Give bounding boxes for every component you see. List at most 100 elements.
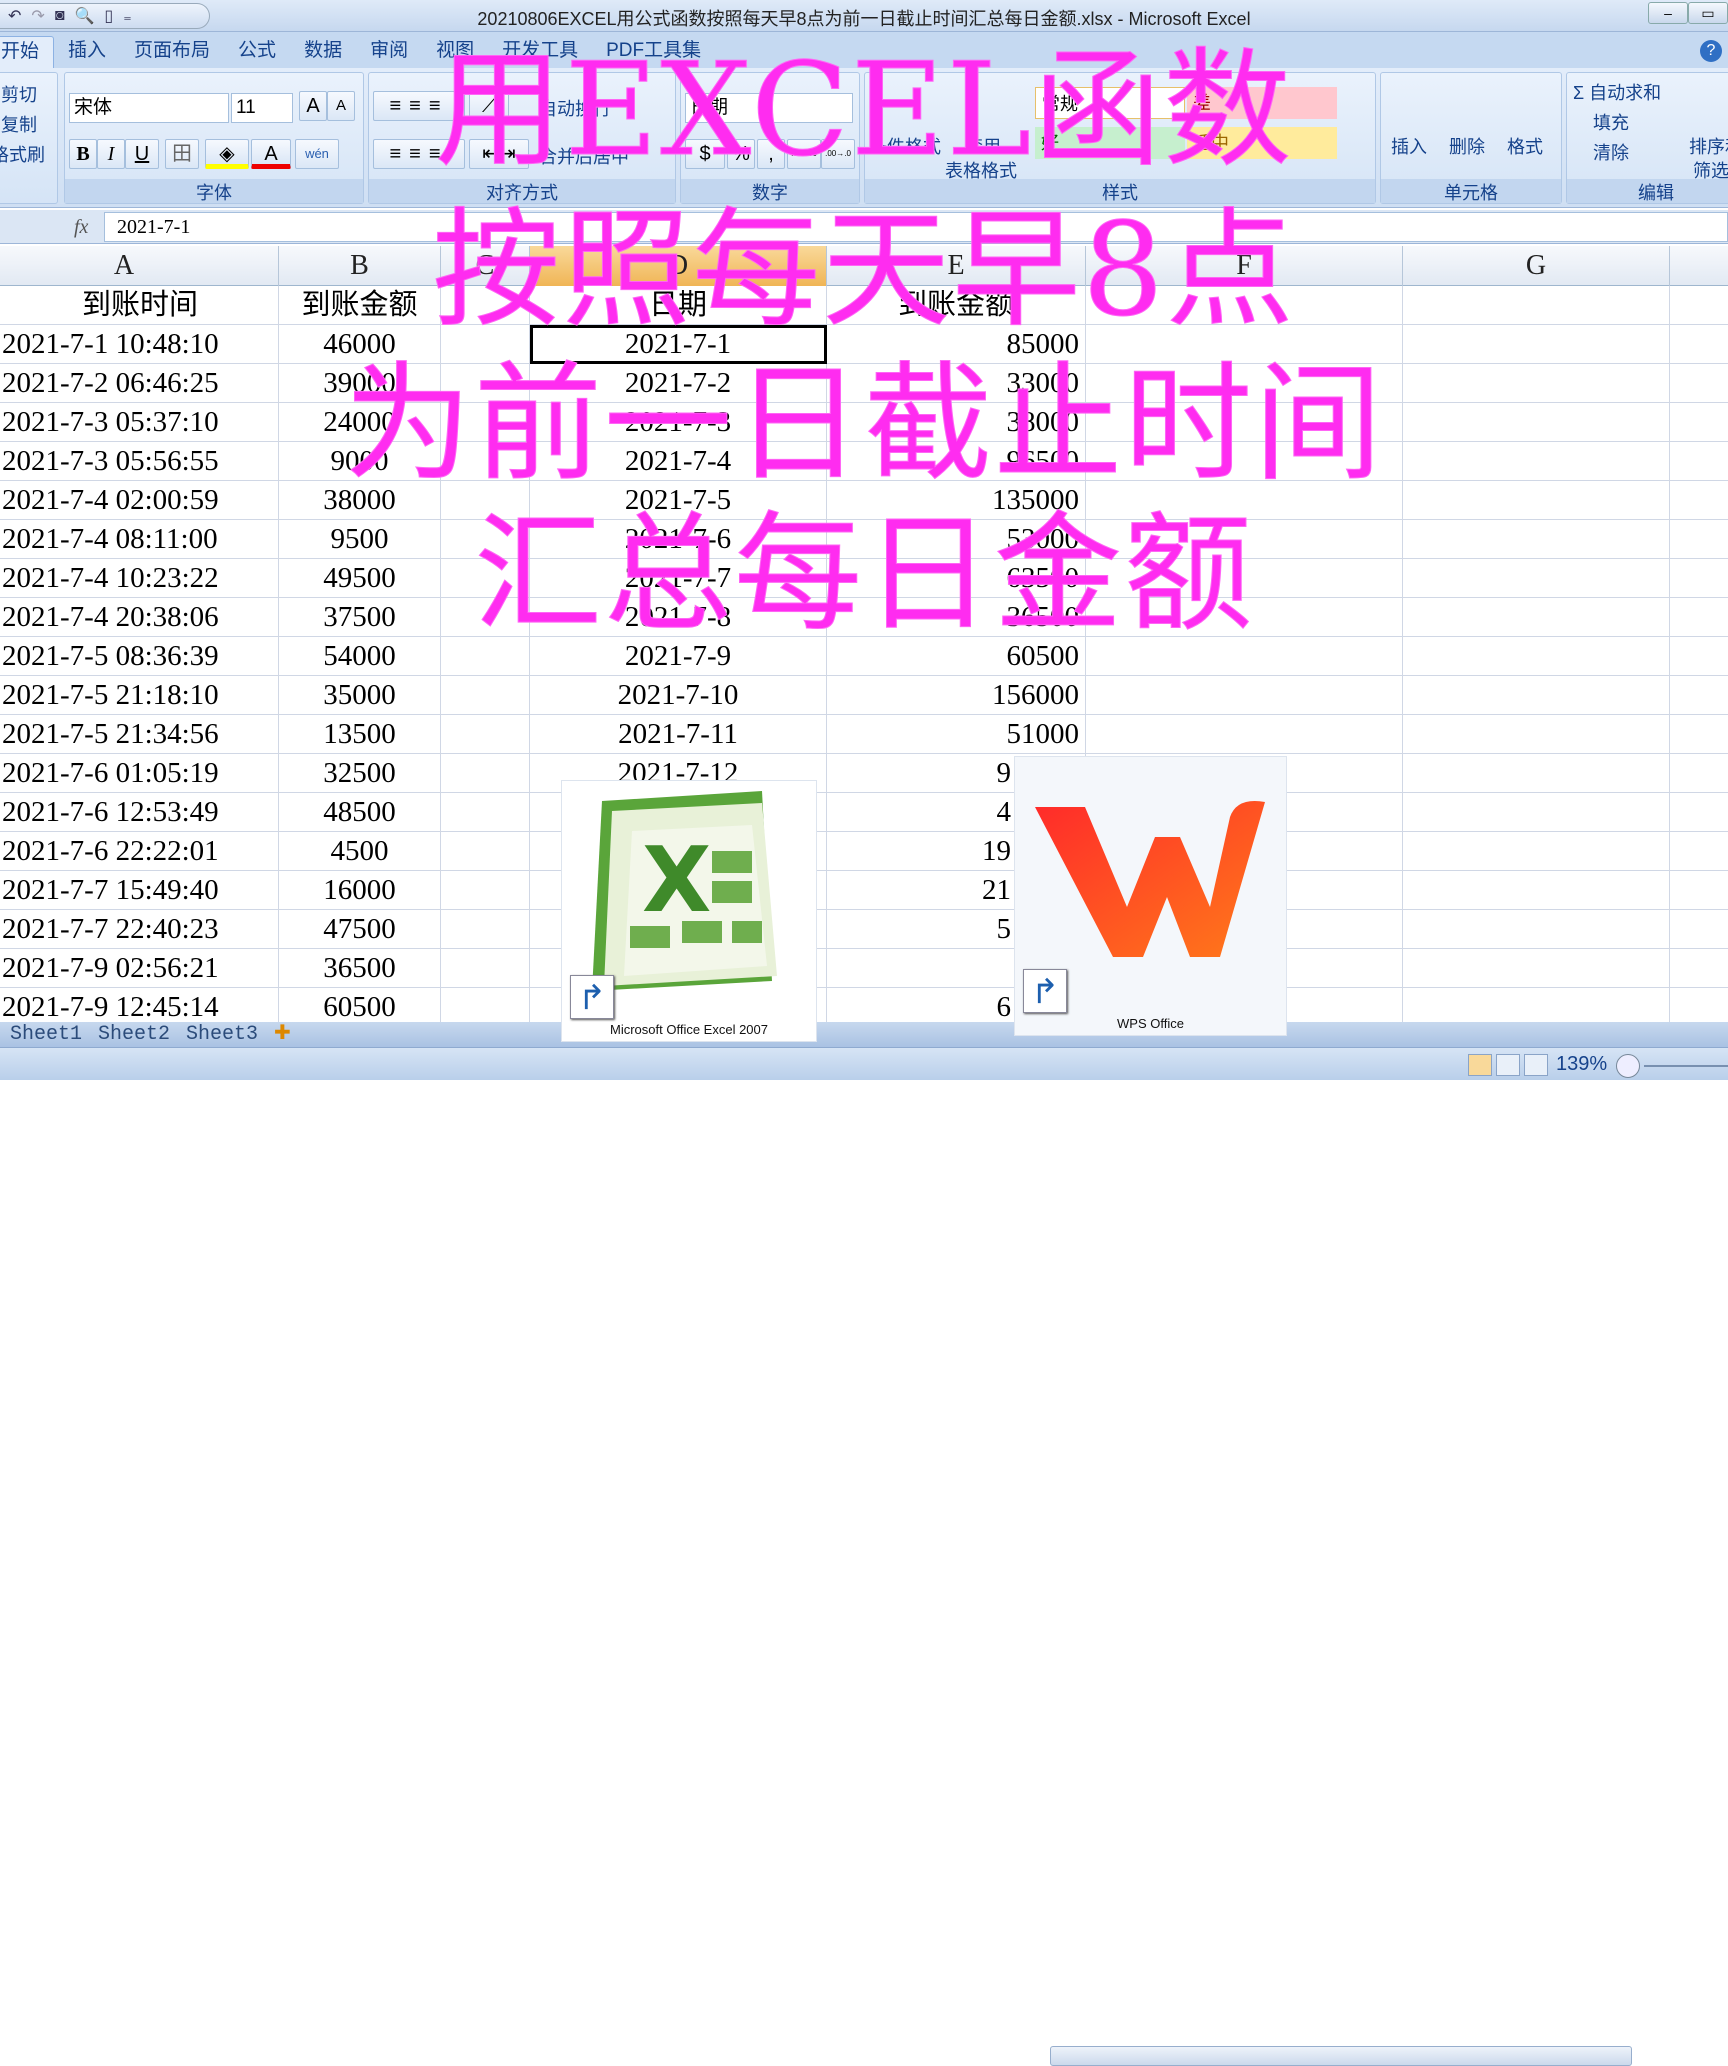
cell-e[interactable]: 85000 xyxy=(827,325,1086,364)
tab-developer[interactable]: 开发工具 xyxy=(488,36,592,68)
formula-input[interactable]: 2021-7-1 xyxy=(104,212,1728,242)
cell-e[interactable]: 156000 xyxy=(827,676,1086,715)
cell-h[interactable] xyxy=(1670,988,1728,1022)
cell-d[interactable] xyxy=(530,949,827,988)
cell-h[interactable] xyxy=(1670,871,1728,910)
cell-e[interactable]: 33000 xyxy=(827,364,1086,403)
cell-b[interactable]: 36500 xyxy=(279,949,441,988)
zoom-slider[interactable] xyxy=(1644,1065,1728,1067)
cell-f[interactable] xyxy=(1086,754,1403,793)
cell-c[interactable] xyxy=(441,481,530,520)
cell-e[interactable]: 6 xyxy=(827,988,1086,1022)
merge-center-button[interactable]: 合并后居中 xyxy=(539,143,629,169)
cell-g[interactable] xyxy=(1403,481,1670,520)
cell-f[interactable] xyxy=(1086,676,1403,715)
font-name-select[interactable]: 宋体 xyxy=(69,93,229,123)
cell-h[interactable] xyxy=(1670,832,1728,871)
cell-e[interactable]: 到账金额 xyxy=(827,286,1086,325)
cell-b[interactable]: 24000 xyxy=(279,403,441,442)
cell-d[interactable]: 2021-7-9 xyxy=(530,637,827,676)
cell-f[interactable] xyxy=(1086,871,1403,910)
decrease-decimal-button[interactable]: .00→.0 xyxy=(821,139,855,169)
cell-a[interactable]: 2021-7-5 21:18:10 xyxy=(0,676,279,715)
border-button[interactable]: 田 xyxy=(165,139,199,169)
cell-e[interactable] xyxy=(827,949,1086,988)
cell-e[interactable]: 96500 xyxy=(827,442,1086,481)
minimize-button[interactable]: – xyxy=(1648,2,1688,24)
page-layout-view-icon[interactable] xyxy=(1496,1054,1520,1076)
cell-b[interactable]: 46000 xyxy=(279,325,441,364)
normal-view-icon[interactable] xyxy=(1468,1054,1492,1076)
cell-h[interactable] xyxy=(1670,910,1728,949)
cell-h[interactable] xyxy=(1670,676,1728,715)
cell-c[interactable] xyxy=(441,715,530,754)
cell-e[interactable]: 9 xyxy=(827,754,1086,793)
cell-d[interactable] xyxy=(530,832,827,871)
cell-c[interactable] xyxy=(441,988,530,1022)
cell-b[interactable]: 16000 xyxy=(279,871,441,910)
cell-d[interactable] xyxy=(530,910,827,949)
clear-button[interactable]: 清除 xyxy=(1593,139,1629,165)
phonetic-button[interactable]: wén xyxy=(295,139,339,169)
orientation-button[interactable]: ⟋ xyxy=(469,91,509,121)
cell-d[interactable]: 2021-7-1 xyxy=(530,325,827,364)
cell-h[interactable] xyxy=(1670,286,1728,325)
shrink-font-button[interactable]: A xyxy=(327,91,355,121)
cell-b[interactable]: 47500 xyxy=(279,910,441,949)
tab-home[interactable]: 开始 xyxy=(0,36,55,68)
cell-c[interactable] xyxy=(441,949,530,988)
cell-f[interactable] xyxy=(1086,559,1403,598)
cell-g[interactable] xyxy=(1403,949,1670,988)
cell-h[interactable] xyxy=(1670,793,1728,832)
cell-a[interactable]: 2021-7-9 02:56:21 xyxy=(0,949,279,988)
font-color-button[interactable]: A xyxy=(251,139,291,169)
tab-insert[interactable]: 插入 xyxy=(54,36,120,68)
cell-b[interactable]: 60500 xyxy=(279,988,441,1022)
increase-decimal-button[interactable]: .0→.00 xyxy=(787,139,821,169)
comma-button[interactable]: , xyxy=(757,139,785,169)
cell-a[interactable]: 2021-7-7 22:40:23 xyxy=(0,910,279,949)
fill-color-button[interactable]: ◈ xyxy=(205,139,249,169)
insert-cells-button[interactable]: 插入 xyxy=(1391,133,1427,159)
cell-h[interactable] xyxy=(1670,598,1728,637)
cell-f[interactable] xyxy=(1086,988,1403,1022)
cell-a[interactable]: 2021-7-4 10:23:22 xyxy=(0,559,279,598)
cell-h[interactable] xyxy=(1670,442,1728,481)
cell-b[interactable]: 13500 xyxy=(279,715,441,754)
cell-h[interactable] xyxy=(1670,520,1728,559)
cell-c[interactable] xyxy=(441,754,530,793)
italic-button[interactable]: I xyxy=(97,139,125,169)
indent-buttons[interactable]: ⇤⇥ xyxy=(469,139,529,169)
tab-formulas[interactable]: 公式 xyxy=(224,36,290,68)
cell-c[interactable] xyxy=(441,637,530,676)
tab-page-layout[interactable]: 页面布局 xyxy=(120,36,224,68)
cell-g[interactable] xyxy=(1403,832,1670,871)
cell-f[interactable] xyxy=(1086,598,1403,637)
cell-f[interactable] xyxy=(1086,637,1403,676)
cell-f[interactable] xyxy=(1086,715,1403,754)
tab-data[interactable]: 数据 xyxy=(290,36,356,68)
cell-b[interactable]: 38000 xyxy=(279,481,441,520)
cell-f[interactable] xyxy=(1086,949,1403,988)
cell-c[interactable] xyxy=(441,871,530,910)
cell-e[interactable]: 38000 xyxy=(827,403,1086,442)
cell-b[interactable]: 到账金额 xyxy=(279,286,441,325)
fill-button[interactable]: 填充 xyxy=(1593,109,1629,135)
cell-h[interactable] xyxy=(1670,481,1728,520)
cell-g[interactable] xyxy=(1403,793,1670,832)
zoom-level[interactable]: 139% xyxy=(1556,1053,1607,1076)
tab-pdf-tools[interactable]: PDF工具集 xyxy=(592,36,715,68)
cell-d[interactable] xyxy=(530,871,827,910)
cell-d[interactable]: 2021-7-8 xyxy=(530,598,827,637)
cell-h[interactable] xyxy=(1670,403,1728,442)
bold-button[interactable]: B xyxy=(69,139,97,169)
cut-button[interactable]: 剪切 xyxy=(1,81,37,107)
cell-g[interactable] xyxy=(1403,325,1670,364)
sheet-tab-sheet2[interactable]: Sheet2 xyxy=(98,1022,170,1047)
column-header-h[interactable] xyxy=(1670,246,1728,286)
cell-d[interactable]: 2021-7-7 xyxy=(530,559,827,598)
cell-a[interactable]: 到账时间 xyxy=(0,286,279,325)
page-break-view-icon[interactable] xyxy=(1524,1054,1548,1076)
sheet-tab-sheet1[interactable]: Sheet1 xyxy=(10,1022,82,1047)
vertical-align-buttons[interactable]: ≡≡≡ xyxy=(373,91,465,121)
